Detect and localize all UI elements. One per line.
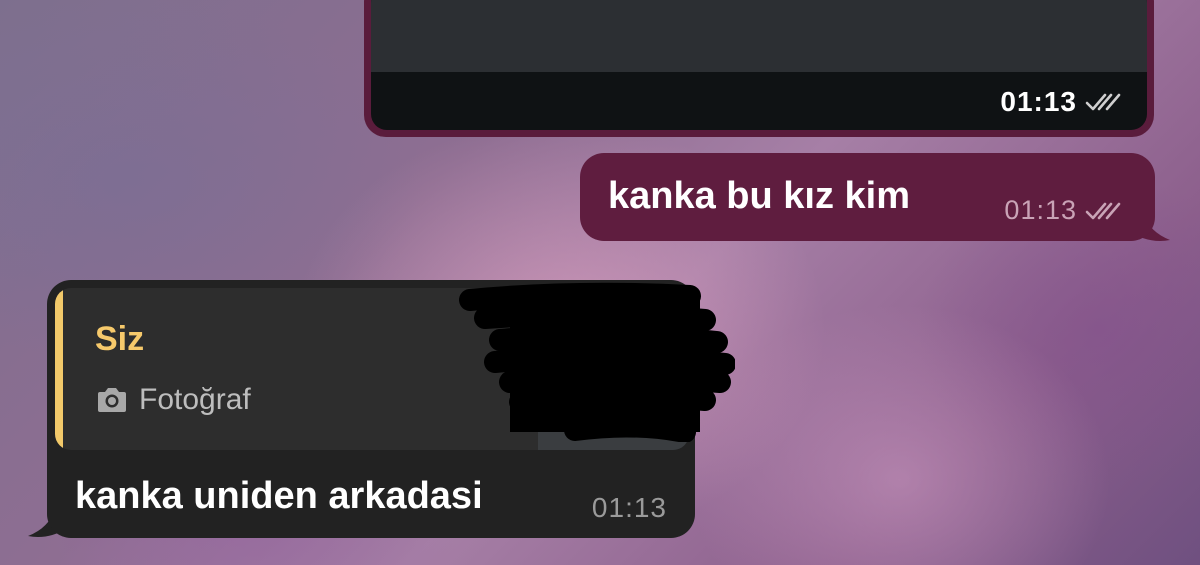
message-text: kanka uniden arkadasi xyxy=(75,475,483,517)
message-meta: 01:13 xyxy=(1004,195,1125,226)
message-time: 01:13 xyxy=(1000,86,1077,117)
outgoing-media-message[interactable]: 01:13 xyxy=(364,0,1154,137)
camera-icon xyxy=(98,388,126,412)
quote-subtitle: Fotoğraf xyxy=(95,383,251,417)
photo-thumbnail[interactable] xyxy=(371,0,1147,72)
double-check-icon xyxy=(1085,202,1121,219)
quote-author: Siz xyxy=(95,320,145,358)
message-meta: 01:13 xyxy=(1000,86,1125,118)
censor-scribble xyxy=(459,282,735,442)
message-time: 01:13 xyxy=(591,492,667,523)
message-time: 01:13 xyxy=(1004,195,1077,225)
outgoing-text-message[interactable]: kanka bu kız kim 01:13 xyxy=(580,153,1155,241)
quote-type: Fotoğraf xyxy=(139,383,251,416)
quote-accent-bar xyxy=(55,288,63,450)
media-preview[interactable]: 01:13 xyxy=(371,0,1147,130)
message-text: kanka bu kız kim xyxy=(608,175,911,217)
double-check-icon xyxy=(1085,93,1121,111)
